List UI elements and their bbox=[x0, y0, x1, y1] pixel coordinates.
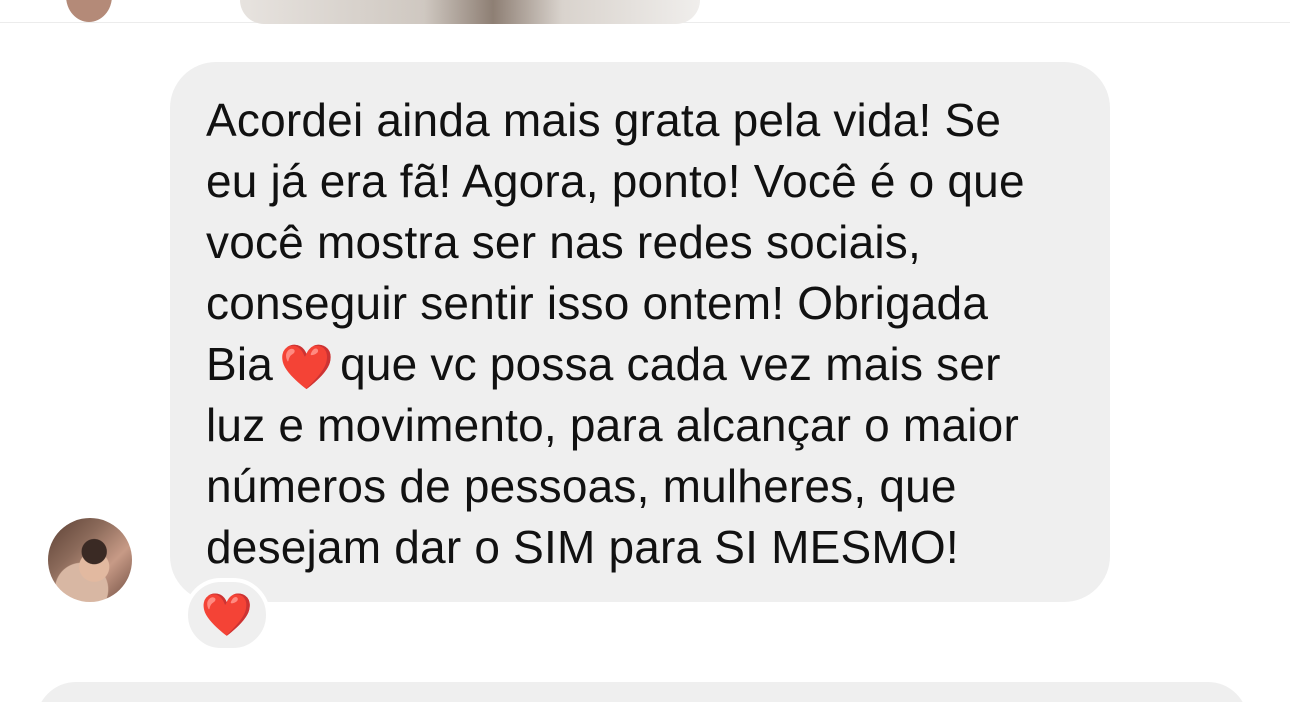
chat-screen: Acordei ainda mais grata pela vida! Se e… bbox=[0, 0, 1290, 702]
reaction-badge[interactable]: ❤️ bbox=[184, 578, 270, 652]
message-line: Acordei ainda mais grata pela vida! Se bbox=[206, 94, 1002, 146]
message-line: desejam dar o SIM para SI MESMO! bbox=[206, 521, 959, 573]
next-message-remnant[interactable] bbox=[36, 682, 1248, 702]
previous-avatar-remnant bbox=[66, 0, 112, 22]
message-line: números de pessoas, mulheres, que bbox=[206, 460, 957, 512]
message-bubble[interactable]: Acordei ainda mais grata pela vida! Se e… bbox=[170, 62, 1110, 602]
message-line: Bia bbox=[206, 338, 274, 390]
message-line: eu já era fã! Agora, ponto! Você é o que bbox=[206, 155, 1025, 207]
message-line: conseguir sentir isso ontem! Obrigada bbox=[206, 277, 989, 329]
message-line: você mostra ser nas redes sociais, bbox=[206, 216, 921, 268]
red-heart-icon: ❤️ bbox=[200, 591, 254, 638]
message-line: que vc possa cada vez mais ser bbox=[340, 338, 1001, 390]
message-line: luz e movimento, para alcançar o maior bbox=[206, 399, 1019, 451]
sender-avatar[interactable] bbox=[48, 518, 132, 602]
red-heart-icon: ❤️ bbox=[279, 343, 335, 392]
previous-media-remnant[interactable] bbox=[240, 0, 700, 24]
message-text: Acordei ainda mais grata pela vida! Se e… bbox=[206, 90, 1070, 578]
